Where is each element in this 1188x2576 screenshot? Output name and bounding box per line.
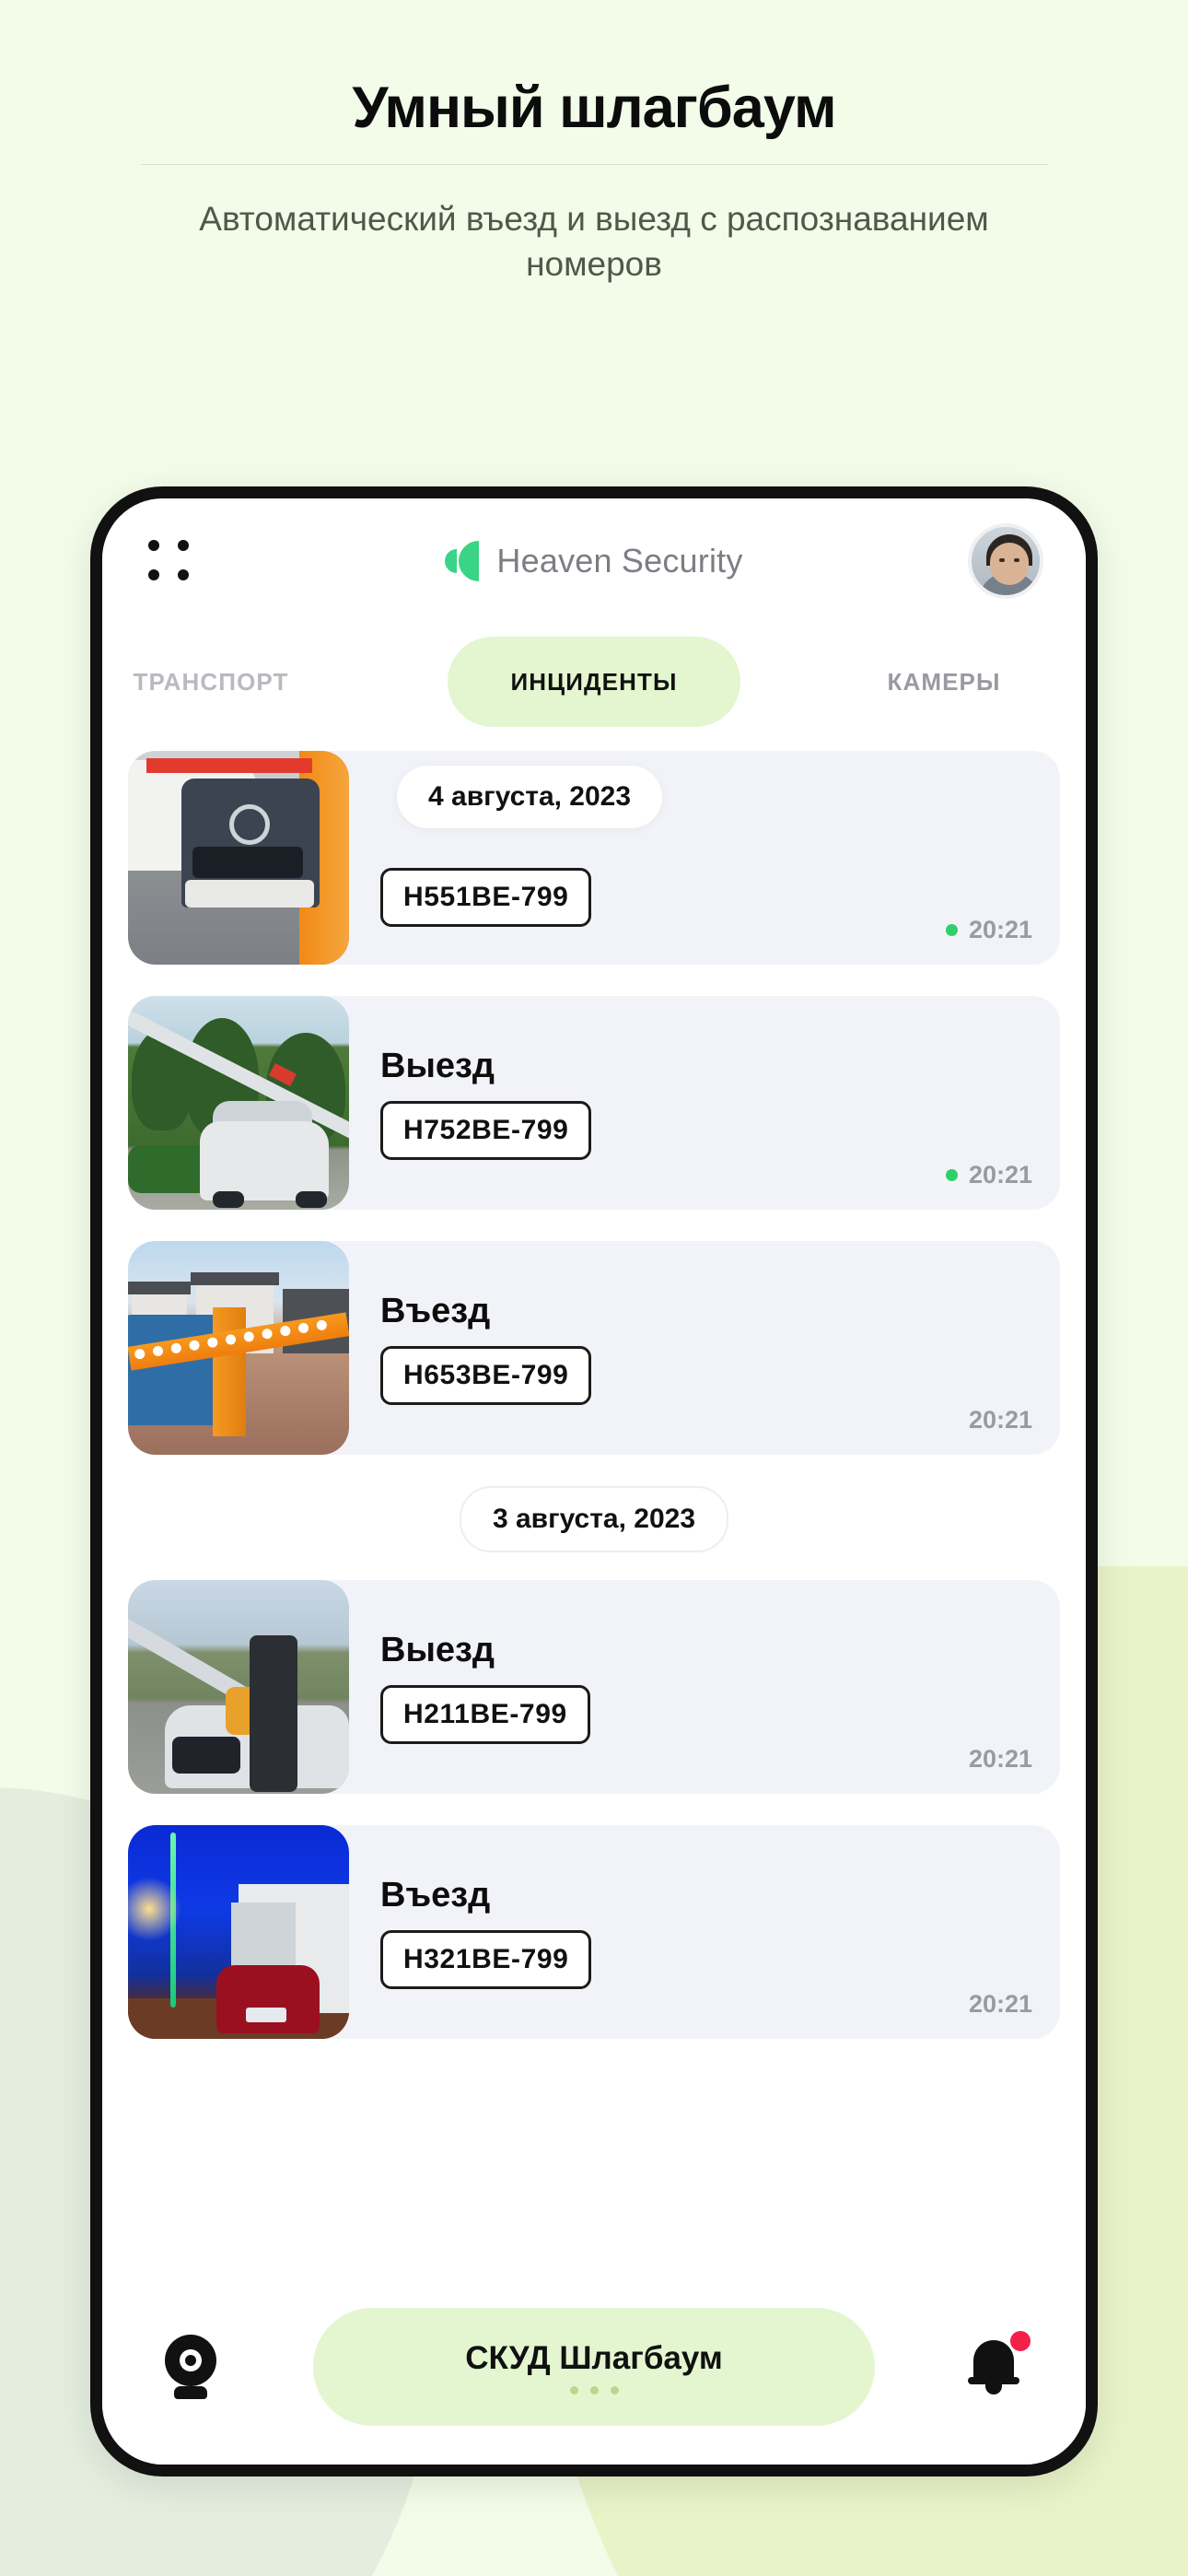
incident-title: Выезд <box>380 1630 495 1669</box>
incident-time: 20:21 <box>969 1990 1032 2019</box>
incident-details: 4 августа, 2023 Н551ВЕ-799 20:21 <box>349 751 1060 965</box>
incident-time: 20:21 <box>969 1745 1032 1774</box>
avatar[interactable] <box>968 523 1043 599</box>
incident-card[interactable]: Въезд Н321ВЕ-799 20:21 <box>128 1825 1060 2039</box>
incident-card[interactable]: Выезд Н211ВЕ-799 20:21 <box>128 1580 1060 1794</box>
time-label: 20:21 <box>968 1161 1032 1188</box>
phone-screen: Heaven Security ТРАНСПОРТ ИНЦИДЕНТЫ КАМЕ… <box>102 498 1086 2465</box>
bell-icon[interactable] <box>961 2331 1032 2403</box>
floating-date-pill: 4 августа, 2023 <box>397 766 663 828</box>
date-separator: 3 августа, 2023 <box>459 1486 729 1552</box>
incident-feed[interactable]: 4 августа, 2023 Н551ВЕ-799 20:21 Выезд Н… <box>102 740 1086 2293</box>
title-divider <box>140 164 1048 166</box>
date-separator-row: 3 августа, 2023 <box>128 1486 1060 1552</box>
page-subtitle: Автоматический въезд и выезд с распознав… <box>199 200 989 284</box>
scud-barrier-label: СКУД Шлагбаум <box>465 2339 723 2376</box>
bottom-bar: СКУД Шлагбаум <box>102 2293 1086 2465</box>
license-plate: Н321ВЕ-799 <box>380 1929 592 1989</box>
time-label: 20:21 <box>968 1745 1032 1773</box>
tab-transport[interactable]: ТРАНСПОРТ <box>102 668 367 697</box>
time-label: 20:21 <box>968 1990 1032 2018</box>
incident-thumbnail <box>128 1580 349 1794</box>
grid-dots-icon[interactable] <box>148 540 191 582</box>
time-label: 20:21 <box>968 1406 1032 1434</box>
incident-time: 20:21 <box>945 1161 1032 1189</box>
incident-details: Въезд Н321ВЕ-799 20:21 <box>349 1825 1060 2039</box>
incident-details: Выезд Н211ВЕ-799 20:21 <box>349 1580 1060 1794</box>
incident-thumbnail <box>128 1825 349 2039</box>
incident-time: 20:21 <box>969 1406 1032 1434</box>
license-plate: Н211ВЕ-799 <box>380 1684 590 1744</box>
phone-mockup: Heaven Security ТРАНСПОРТ ИНЦИДЕНТЫ КАМЕ… <box>90 486 1098 2476</box>
live-dot-icon <box>945 924 958 936</box>
incident-details: Въезд Н653ВЕ-799 20:21 <box>349 1241 1060 1455</box>
license-plate: Н752ВЕ-799 <box>380 1100 592 1160</box>
tab-cameras[interactable]: КАМЕРЫ <box>833 668 1054 697</box>
license-plate: Н551ВЕ-799 <box>380 868 592 927</box>
incident-thumbnail <box>128 1241 349 1455</box>
time-label: 20:21 <box>968 916 1032 943</box>
brand-lockup: Heaven Security <box>102 541 1086 581</box>
incident-thumbnail <box>128 751 349 965</box>
incident-time: 20:21 <box>945 916 1032 944</box>
incident-title: Въезд <box>380 1291 491 1330</box>
live-dot-icon <box>945 1169 958 1181</box>
license-plate: Н653ВЕ-799 <box>380 1345 592 1405</box>
notification-badge <box>1010 2331 1031 2351</box>
incident-card[interactable]: Выезд Н752ВЕ-799 20:21 <box>128 996 1060 1210</box>
tab-incidents[interactable]: ИНЦИДЕНТЫ <box>448 637 740 727</box>
incident-card[interactable]: 4 августа, 2023 Н551ВЕ-799 20:21 <box>128 751 1060 965</box>
page-indicator-dots <box>569 2385 619 2395</box>
brand-name: Heaven Security <box>496 542 743 580</box>
incident-title: Въезд <box>380 1875 491 1914</box>
page-title: Умный шлагбаум <box>352 76 836 140</box>
promo-header: Умный шлагбаум Автоматический въезд и вы… <box>0 0 1188 287</box>
webcam-icon[interactable] <box>156 2331 227 2403</box>
app-top-bar: Heaven Security <box>102 498 1086 624</box>
incident-details: Выезд Н752ВЕ-799 20:21 <box>349 996 1060 1210</box>
incident-title: Выезд <box>380 1046 495 1085</box>
scud-barrier-button[interactable]: СКУД Шлагбаум <box>313 2308 875 2426</box>
tab-bar: ТРАНСПОРТ ИНЦИДЕНТЫ КАМЕРЫ <box>102 624 1086 740</box>
heaven-logo-icon <box>445 541 483 581</box>
incident-thumbnail <box>128 996 349 1210</box>
incident-card[interactable]: Въезд Н653ВЕ-799 20:21 <box>128 1241 1060 1455</box>
